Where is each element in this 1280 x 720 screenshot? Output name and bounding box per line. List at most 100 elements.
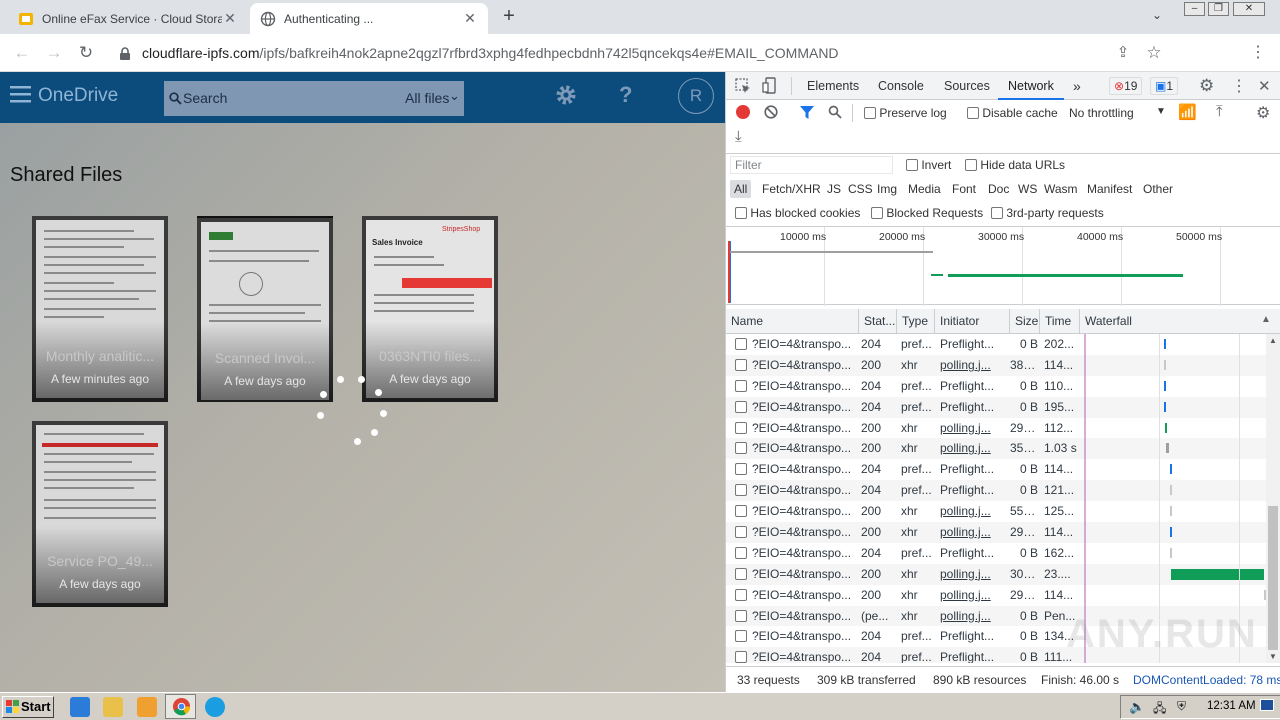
table-row[interactable]: ?EIO=4&transpo... 204 pref... Preflight... 0… (726, 334, 1266, 355)
type-filter-media[interactable]: Media (908, 182, 941, 196)
third-party-requests-checkbox[interactable]: 3rd-party requests (991, 206, 1104, 220)
lock-icon[interactable] (119, 47, 131, 61)
import-har-icon[interactable]: ⤒ (1216, 103, 1223, 120)
request-initiator[interactable]: Preflight... (940, 480, 1008, 501)
bookmark-star-icon[interactable]: ☆ (1143, 42, 1165, 64)
network-icon[interactable]: 🖧 (1153, 699, 1166, 720)
scroll-thumb[interactable] (1268, 506, 1278, 650)
row-checkbox[interactable] (735, 400, 747, 413)
type-filter-doc[interactable]: Doc (988, 182, 1009, 196)
table-row[interactable]: ?EIO=4&transpo... 200 xhr polling.j...293 B… (726, 522, 1266, 543)
share-icon[interactable]: ⇪ (1112, 42, 1134, 64)
message-count-badge[interactable]: ▣1 (1150, 77, 1179, 95)
row-checkbox[interactable] (735, 588, 747, 601)
row-checkbox[interactable] (735, 505, 747, 518)
type-filter-fetch-xhr[interactable]: Fetch/XHR (762, 182, 821, 196)
table-row[interactable]: ?EIO=4&transpo... 200 xhr polling.j...296 B… (726, 418, 1266, 439)
close-devtools-icon[interactable]: ✕ (1258, 77, 1271, 95)
new-tab-button[interactable]: + (498, 6, 520, 28)
close-tab-icon[interactable]: ✕ (462, 10, 478, 27)
table-row[interactable]: ?EIO=4&transpo... 200 xhr polling.j...558 B… (726, 501, 1266, 522)
file-card[interactable]: Monthly analitic... A few minutes ago (32, 216, 168, 402)
file-card[interactable]: Service PO_49... A few days ago (32, 421, 168, 607)
hamburger-menu-icon[interactable] (10, 86, 31, 103)
error-count-badge[interactable]: ⊗19 (1109, 77, 1143, 95)
row-checkbox[interactable] (735, 484, 747, 497)
table-scrollbar[interactable]: ▲ ▼ (1266, 334, 1280, 663)
network-settings-icon[interactable]: ⚙ (1256, 103, 1270, 123)
request-initiator[interactable]: polling.j... (940, 522, 1008, 543)
tab-network[interactable]: Network (998, 72, 1064, 100)
type-filter-all[interactable]: All (730, 180, 752, 198)
scroll-up-arrow[interactable]: ▲ (1269, 336, 1277, 345)
type-filter-wasm[interactable]: Wasm (1044, 182, 1078, 196)
gear-icon[interactable] (555, 84, 577, 106)
table-row[interactable]: ?EIO=4&transpo... 204 pref... Preflight... 0… (726, 396, 1266, 418)
start-button[interactable]: Start (2, 696, 54, 718)
more-tabs-icon[interactable]: » (1073, 72, 1081, 100)
volume-icon[interactable]: 🔈 (1129, 699, 1145, 715)
show-desktop-icon[interactable] (1260, 699, 1274, 711)
request-initiator[interactable]: Preflight... (940, 376, 1008, 397)
row-checkbox[interactable] (735, 651, 747, 663)
onedrive-brand[interactable]: OneDrive (38, 85, 118, 107)
tab-elements[interactable]: Elements (807, 72, 859, 100)
column-time[interactable]: Time (1040, 309, 1080, 334)
row-checkbox[interactable] (735, 421, 747, 434)
internet-explorer-icon[interactable] (70, 697, 90, 717)
file-explorer-icon[interactable] (103, 697, 123, 717)
more-menu-icon[interactable]: ⋮ (1247, 42, 1269, 64)
media-player-icon[interactable] (137, 697, 157, 717)
request-initiator[interactable]: Preflight... (940, 459, 1008, 480)
search-input[interactable]: Search All files ⌄ (164, 81, 464, 116)
preserve-log-checkbox[interactable]: Preserve log (864, 106, 947, 120)
table-row[interactable]: ?EIO=4&transpo... 200 xhr polling.j...384 B… (726, 354, 1266, 376)
tab-console[interactable]: Console (878, 72, 924, 100)
browser-tab-authenticating[interactable]: Authenticating ... ✕ (250, 3, 488, 34)
chrome-taskbar-button[interactable] (165, 694, 196, 719)
type-filter-ws[interactable]: WS (1018, 182, 1037, 196)
row-checkbox[interactable] (735, 526, 747, 539)
back-button[interactable]: ← (11, 42, 33, 64)
blocked-requests-checkbox[interactable]: Blocked Requests (871, 206, 983, 220)
disable-cache-checkbox[interactable]: Disable cache (967, 106, 1058, 120)
close-window-button[interactable]: ✕ (1233, 2, 1265, 16)
request-initiator[interactable]: Preflight... (940, 543, 1008, 564)
column-initiator[interactable]: Initiator (935, 309, 1010, 334)
browser-tab-efax[interactable]: Online eFax Service · Cloud Storage ✕ (8, 3, 248, 34)
reload-button[interactable]: ↻ (75, 42, 97, 64)
type-filter-other[interactable]: Other (1143, 182, 1173, 196)
row-checkbox[interactable] (735, 358, 747, 371)
request-initiator[interactable]: Preflight... (940, 334, 1008, 355)
scroll-down-arrow[interactable]: ▼ (1269, 652, 1277, 661)
avatar[interactable]: R (678, 78, 714, 114)
request-initiator[interactable]: polling.j... (940, 501, 1008, 522)
hide-data-urls-checkbox[interactable]: Hide data URLs (965, 158, 1065, 172)
network-conditions-icon[interactable]: 📶 (1178, 103, 1197, 121)
tab-search-icon[interactable]: ⌄ (1152, 8, 1162, 22)
filter-input[interactable]: Filter (730, 156, 893, 174)
minimize-button[interactable]: – (1184, 2, 1205, 16)
row-checkbox[interactable] (735, 546, 747, 559)
request-initiator[interactable]: polling.j... (940, 585, 1008, 606)
type-filter-js[interactable]: JS (827, 182, 841, 196)
throttling-select[interactable]: No throttling (1069, 106, 1134, 120)
table-row[interactable]: ?EIO=4&transpo... 204 pref... Preflight... 0… (726, 480, 1266, 502)
row-checkbox[interactable] (735, 609, 747, 622)
column-type[interactable]: Type (897, 309, 935, 334)
inspect-element-icon[interactable] (735, 78, 751, 94)
maximize-button[interactable]: ❐ (1208, 2, 1229, 16)
column-name[interactable]: Name (726, 309, 859, 334)
type-filter-manifest[interactable]: Manifest (1087, 182, 1132, 196)
request-initiator[interactable]: Preflight... (940, 647, 1008, 663)
column-size[interactable]: Size (1010, 309, 1040, 334)
request-initiator[interactable]: polling.j... (940, 438, 1008, 459)
request-initiator[interactable]: Preflight... (940, 397, 1008, 418)
column-waterfall[interactable]: Waterfall (1080, 309, 1280, 334)
row-checkbox[interactable] (735, 338, 747, 350)
row-checkbox[interactable] (735, 567, 747, 580)
search-icon[interactable] (828, 105, 842, 119)
request-initiator[interactable]: polling.j... (940, 606, 1008, 627)
type-filter-font[interactable]: Font (952, 182, 976, 196)
request-initiator[interactable]: polling.j... (940, 355, 1008, 376)
